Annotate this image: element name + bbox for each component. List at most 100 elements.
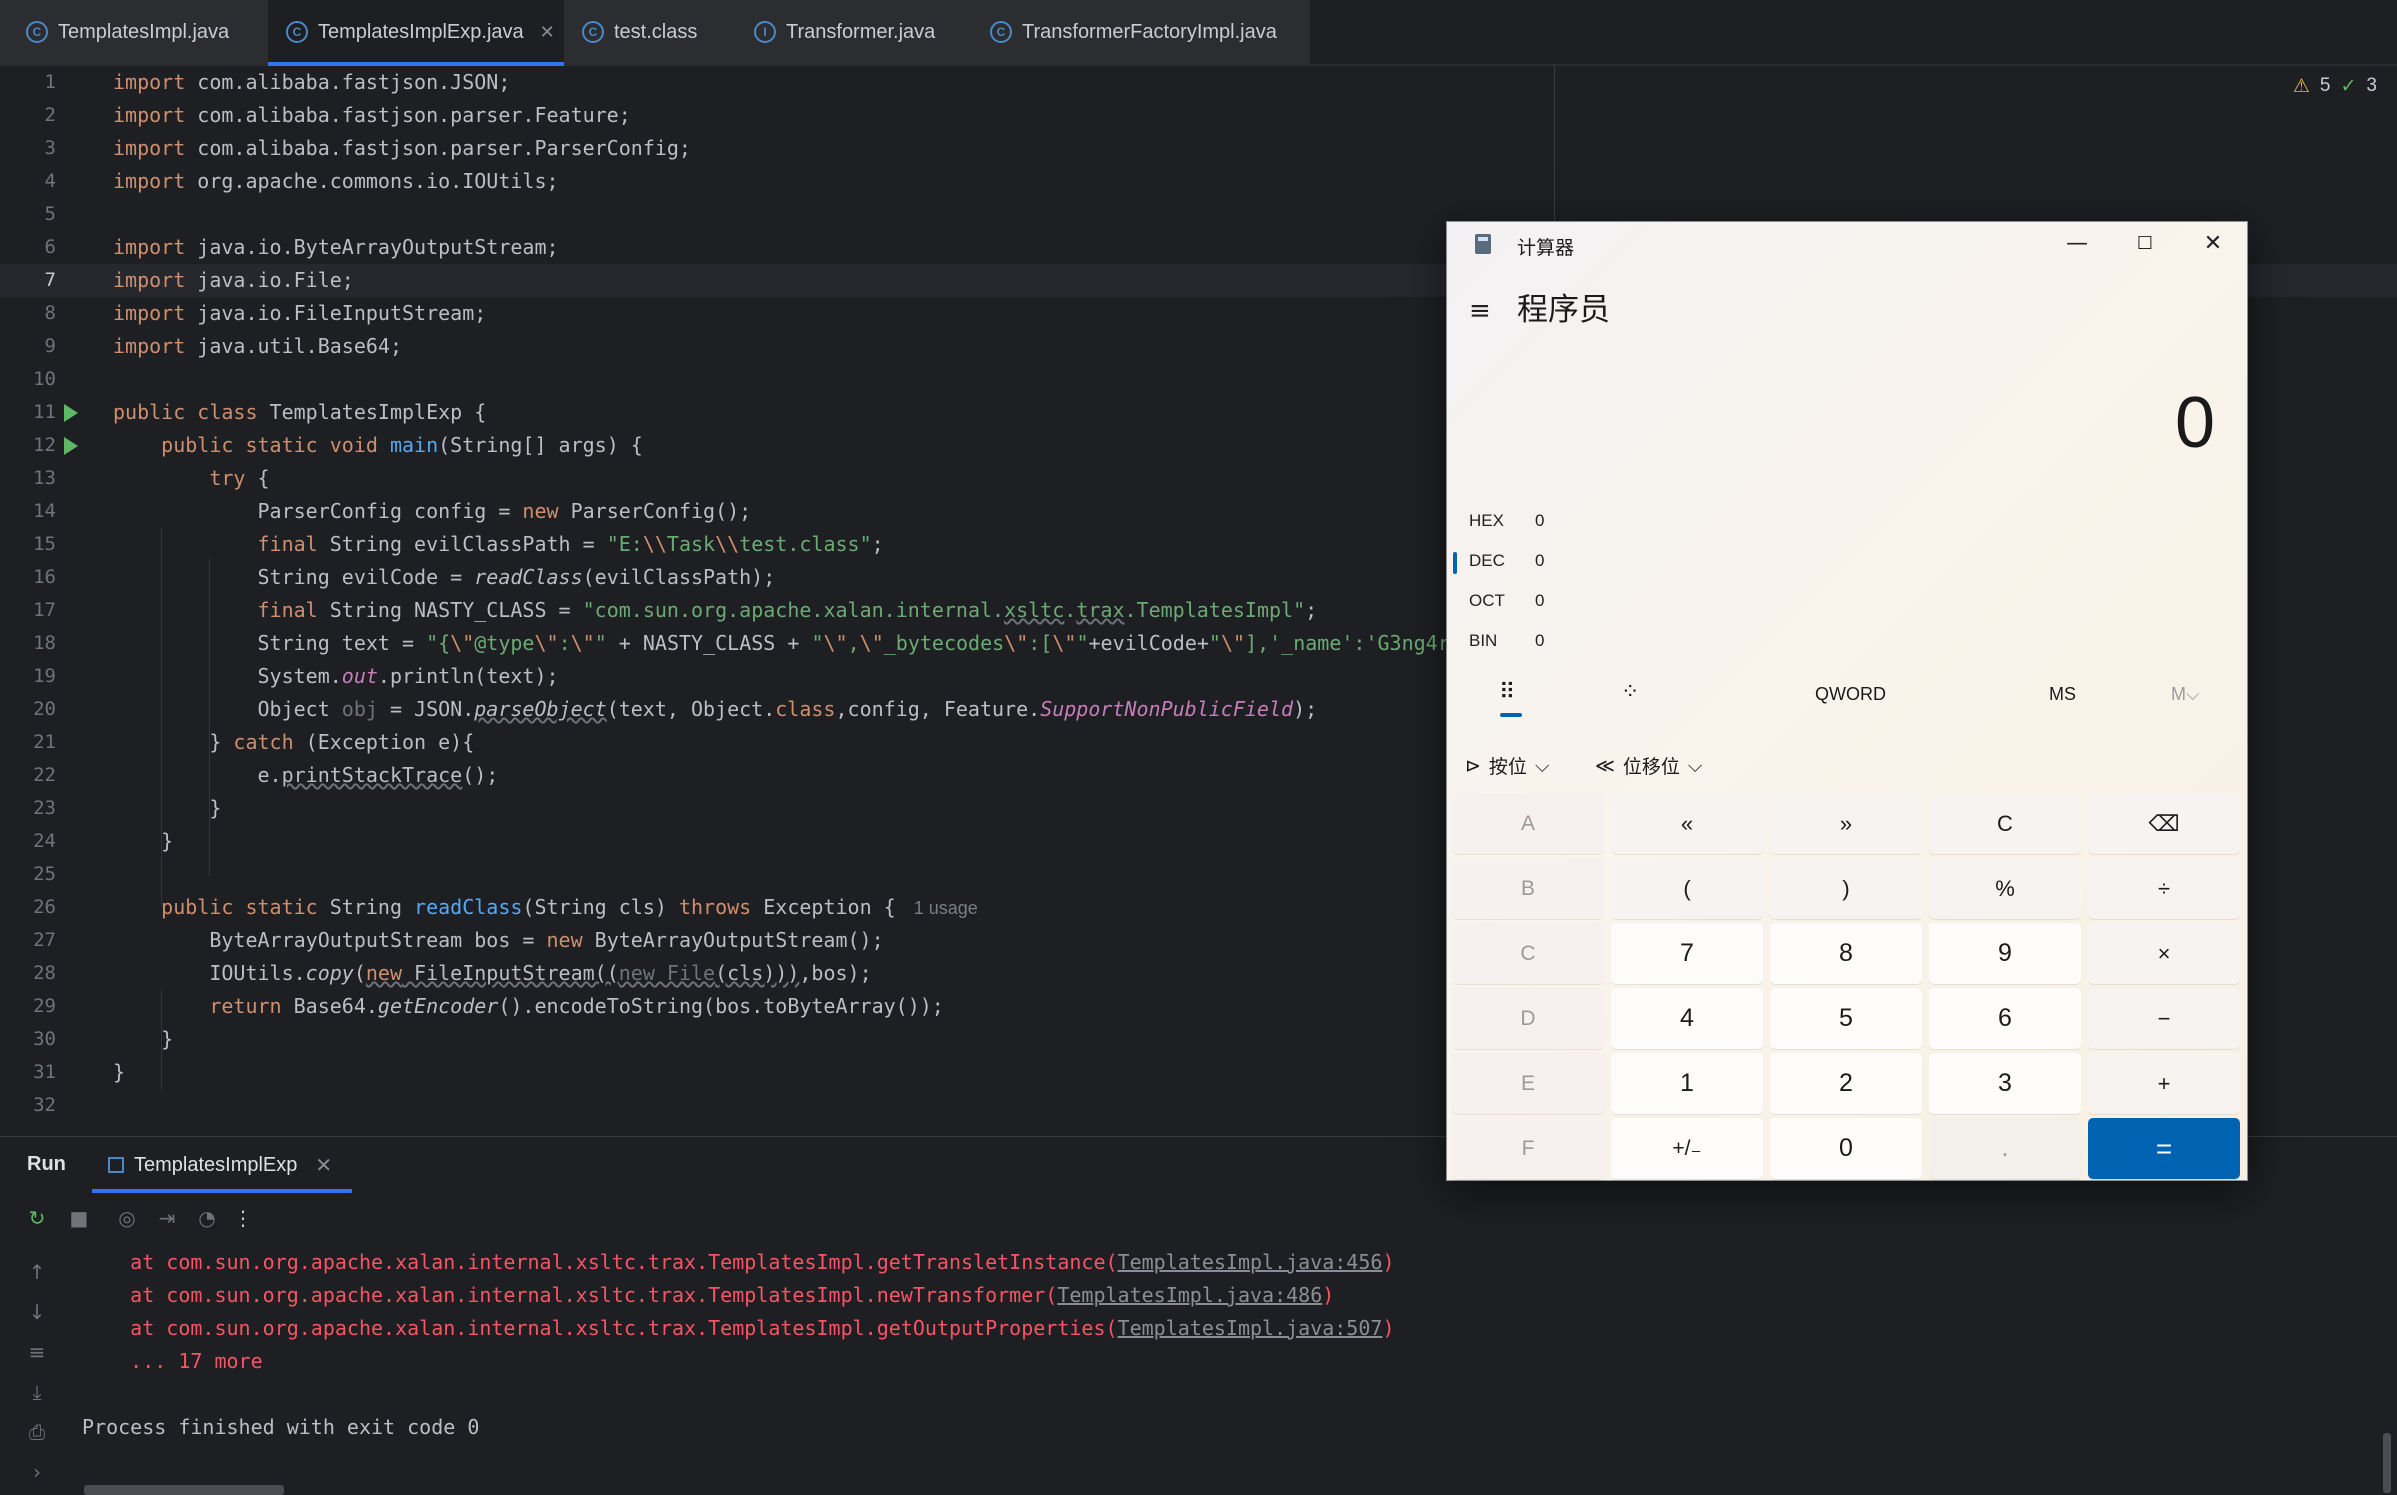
key-5[interactable]: 5: [1770, 988, 1922, 1049]
radix-oct[interactable]: OCT 0: [1469, 591, 1544, 611]
bitwise-dropdown[interactable]: ⊳ 按位 ⌵: [1465, 752, 1549, 779]
selected-keypad-indicator: [1500, 713, 1522, 717]
calculator-window: 计算器 — ☐ ✕ ≡ 程序员 0 HEX 0 DEC 0 OCT 0 BIN 0 ⠿ …: [1446, 221, 2248, 1181]
radix-dec[interactable]: DEC 0: [1469, 551, 1544, 571]
stack-link[interactable]: TemplatesImpl.java:486: [1057, 1283, 1322, 1307]
bit-toggle-keypad-icon[interactable]: ⁘: [1621, 680, 1639, 705]
key-open-paren[interactable]: (: [1611, 858, 1763, 919]
key-plus[interactable]: +: [2088, 1053, 2240, 1114]
key-equals[interactable]: =: [2088, 1118, 2240, 1179]
tab-templatesimplexp[interactable]: C TemplatesImplExp.java ✕: [268, 0, 564, 66]
run-gutter-icon[interactable]: [64, 437, 78, 455]
key-0[interactable]: 0: [1770, 1118, 1922, 1179]
stack-link[interactable]: TemplatesImpl.java:507: [1118, 1316, 1383, 1340]
word-size-button[interactable]: QWORD: [1815, 684, 1886, 705]
key-negate[interactable]: +/₋: [1611, 1118, 1763, 1179]
arrow-down-icon[interactable]: ↓: [26, 1301, 48, 1323]
key-7[interactable]: 7: [1611, 923, 1763, 984]
radix-hex[interactable]: HEX 0: [1469, 511, 1544, 531]
key-percent[interactable]: %: [1929, 858, 2081, 919]
close-icon[interactable]: ✕: [540, 22, 555, 43]
chevron-down-icon: ⌵: [1534, 754, 1550, 777]
mode-title: 程序员: [1517, 292, 1610, 327]
coverage-icon[interactable]: ◔: [196, 1207, 218, 1229]
camera-icon[interactable]: ◎: [116, 1207, 138, 1229]
window-title: 计算器: [1517, 238, 1575, 259]
exit-message: Process finished with exit code 0: [82, 1415, 480, 1439]
editor-tab-bar: C TemplatesImpl.java C TemplatesImplExp.…: [0, 0, 2397, 67]
key-1[interactable]: 1: [1611, 1053, 1763, 1114]
usage-hint[interactable]: 1 usage: [914, 898, 978, 918]
tab-bar-empty-area: [1310, 0, 2397, 64]
interface-file-icon: I: [754, 21, 776, 43]
bitshift-dropdown[interactable]: ≪ 位移位 ⌵: [1595, 752, 1702, 779]
class-file-icon: C: [990, 21, 1012, 43]
rerun-icon[interactable]: ↻: [26, 1207, 48, 1229]
code-line: 4 import org.apache.commons.io.IOUtils;: [44, 169, 559, 193]
key-divide[interactable]: ÷: [2088, 858, 2240, 919]
scroll-to-end-icon[interactable]: ⤓: [26, 1381, 48, 1403]
calculator-titlebar[interactable]: 计算器 — ☐ ✕: [1447, 222, 2247, 266]
run-tool-window: Run TemplatesImplExp ✕ ↻ ■ ◎ ⇥ ◔ ⋮ ↑ ↓ ≡…: [0, 1136, 2397, 1495]
close-icon[interactable]: ✕: [2179, 222, 2247, 266]
key-shift-left[interactable]: «: [1611, 793, 1763, 854]
key-hex-c[interactable]: C: [1452, 923, 1604, 984]
full-keypad-icon[interactable]: ⠿: [1499, 680, 1515, 705]
memory-store-button[interactable]: MS: [2049, 684, 2076, 705]
key-hex-e[interactable]: E: [1452, 1053, 1604, 1114]
memory-menu-button[interactable]: M⌵: [2171, 684, 2200, 705]
print-icon[interactable]: ⎙: [26, 1421, 48, 1443]
run-tab-label: TemplatesImplExp: [134, 1153, 298, 1176]
minimize-icon[interactable]: —: [2043, 222, 2111, 266]
tab-test-class[interactable]: C test.class: [564, 0, 736, 64]
tab-label: test.class: [614, 20, 698, 43]
key-multiply[interactable]: ×: [2088, 923, 2240, 984]
key-shift-right[interactable]: »: [1770, 793, 1922, 854]
tab-label: TemplatesImpl.java: [58, 20, 230, 43]
key-clear[interactable]: C: [1929, 793, 2081, 854]
class-file-icon: C: [286, 21, 308, 43]
key-hex-b[interactable]: B: [1452, 858, 1604, 919]
exit-icon[interactable]: ⇥: [156, 1207, 178, 1229]
code-line: 2 import com.alibaba.fastjson.parser.Feat…: [44, 103, 631, 127]
run-gutter-icon[interactable]: [64, 404, 78, 422]
run-toolbar: ↻ ■ ◎ ⇥ ◔ ⋮: [0, 1197, 2397, 1241]
key-decimal[interactable]: .: [1929, 1118, 2081, 1179]
hamburger-menu-icon[interactable]: ≡: [1469, 296, 1491, 326]
more-icon[interactable]: ⋮: [232, 1207, 254, 1229]
key-hex-f[interactable]: F: [1452, 1118, 1604, 1179]
key-9[interactable]: 9: [1929, 923, 2081, 984]
key-6[interactable]: 6: [1929, 988, 2081, 1049]
bitwise-row: ⊳ 按位 ⌵ ≪ 位移位 ⌵: [1447, 742, 2247, 786]
arrow-up-icon[interactable]: ↑: [26, 1261, 48, 1283]
backspace-icon[interactable]: ⌫: [2088, 793, 2240, 854]
console-line: ... 17 more: [82, 1349, 263, 1373]
console-line: at com.sun.org.apache.xalan.internal.xsl…: [82, 1250, 1395, 1274]
key-8[interactable]: 8: [1770, 923, 1922, 984]
key-close-paren[interactable]: ): [1770, 858, 1922, 919]
key-minus[interactable]: −: [2088, 988, 2240, 1049]
key-hex-a[interactable]: A: [1452, 793, 1604, 854]
key-hex-d[interactable]: D: [1452, 988, 1604, 1049]
key-4[interactable]: 4: [1611, 988, 1763, 1049]
stop-icon[interactable]: ■: [68, 1207, 90, 1229]
code-line: 1 import com.alibaba.fastjson.JSON;: [44, 70, 511, 94]
vertical-scrollbar[interactable]: [2383, 1433, 2391, 1493]
close-icon[interactable]: ✕: [315, 1153, 332, 1178]
stack-link[interactable]: TemplatesImpl.java:456: [1118, 1250, 1383, 1274]
expand-icon[interactable]: ›: [26, 1461, 48, 1483]
console-line: at com.sun.org.apache.xalan.internal.xsl…: [82, 1316, 1395, 1340]
run-config-tab[interactable]: TemplatesImplExp ✕: [92, 1137, 353, 1193]
radix-bin[interactable]: BIN 0: [1469, 631, 1544, 651]
tab-transformerfactoryimpl[interactable]: C TransformerFactoryImpl.java: [972, 0, 1310, 64]
maximize-icon[interactable]: ☐: [2111, 222, 2179, 266]
tab-transformer[interactable]: I Transformer.java: [736, 0, 972, 64]
console-icon: [108, 1157, 124, 1173]
tab-label: TransformerFactoryImpl.java: [1022, 20, 1277, 43]
tab-label: Transformer.java: [786, 20, 936, 43]
key-2[interactable]: 2: [1770, 1053, 1922, 1114]
key-3[interactable]: 3: [1929, 1053, 2081, 1114]
console-line: at com.sun.org.apache.xalan.internal.xsl…: [82, 1283, 1335, 1307]
soft-wrap-icon[interactable]: ≡: [26, 1341, 48, 1363]
tab-templatesimpl[interactable]: C TemplatesImpl.java: [0, 0, 268, 64]
